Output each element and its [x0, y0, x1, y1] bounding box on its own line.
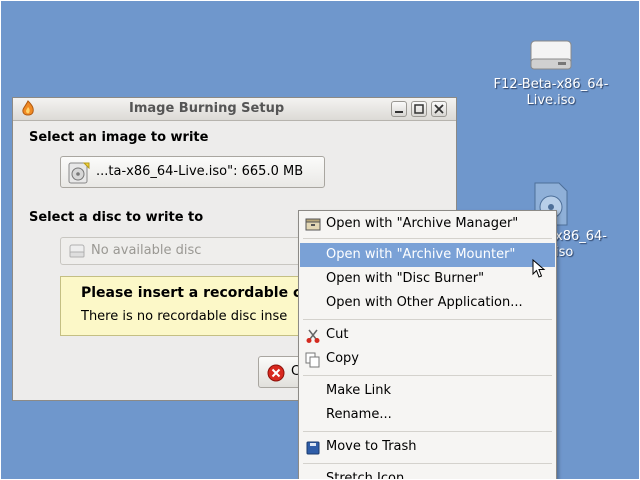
menu-item-copy[interactable]: Copy	[300, 347, 555, 371]
minimize-icon	[395, 111, 403, 113]
disc-selector-placeholder: No available disc	[91, 243, 202, 258]
cancel-icon	[267, 364, 285, 382]
menu-item-open-archive-mounter[interactable]: Open with "Archive Mounter"	[300, 243, 555, 267]
menu-separator	[303, 319, 552, 320]
menu-item-make-link[interactable]: Make Link	[300, 379, 555, 403]
disc-image-file-icon	[68, 162, 90, 184]
menu-separator	[303, 375, 552, 376]
copy-icon	[305, 352, 320, 368]
menu-item-move-to-trash[interactable]: Move to Trash	[300, 435, 555, 459]
menu-item-label: Open with Other Application...	[326, 295, 523, 310]
image-file-chooser-button[interactable]: ...ta-x86_64-Live.iso": 665.0 MB	[60, 156, 325, 188]
trash-icon	[306, 441, 320, 455]
scissors-icon	[306, 329, 320, 343]
menu-separator	[303, 431, 552, 432]
menu-item-label: Open with "Archive Manager"	[326, 216, 519, 231]
insert-disc-message: Please insert a recordable c There is no…	[60, 276, 320, 336]
menu-item-label: Stretch Icon	[326, 471, 405, 480]
info-title: Please insert a recordable c	[81, 285, 302, 301]
mouse-pointer-icon	[532, 259, 546, 278]
maximize-button[interactable]	[411, 101, 427, 117]
drive-icon	[530, 40, 572, 70]
title-bar[interactable]: Image Burning Setup	[13, 98, 456, 121]
desktop: F12-Beta-x86_64-Live.iso x86_64- iso Imag…	[0, 0, 640, 480]
select-disc-label: Select a disc to write to	[29, 210, 204, 225]
info-text: There is no recordable disc inse	[81, 309, 288, 324]
close-button[interactable]	[431, 101, 447, 117]
menu-item-stretch-icon[interactable]: Stretch Icon	[300, 467, 555, 480]
menu-item-cut[interactable]: Cut	[300, 323, 555, 347]
menu-item-label: Copy	[326, 351, 359, 366]
maximize-icon	[414, 104, 424, 114]
archive-icon	[305, 218, 321, 231]
window-title: Image Burning Setup	[129, 101, 285, 116]
menu-item-label: Cut	[326, 327, 349, 342]
menu-separator	[303, 463, 552, 464]
menu-item-open-disc-burner[interactable]: Open with "Disc Burner"	[300, 267, 555, 291]
context-menu: Open with "Archive Manager" Open with "A…	[298, 210, 557, 480]
menu-item-label: Make Link	[326, 383, 391, 398]
desktop-icon-label: x86_64- iso	[555, 229, 607, 260]
menu-item-rename[interactable]: Rename...	[300, 403, 555, 427]
desktop-icon-iso-drive[interactable]: F12-Beta-x86_64-Live.iso	[481, 37, 621, 109]
menu-item-label: Move to Trash	[326, 439, 417, 454]
brasero-app-icon	[22, 100, 34, 116]
disc-selector-combo[interactable]: No available disc	[60, 237, 310, 265]
menu-separator	[303, 238, 552, 239]
menu-item-label: Rename...	[326, 407, 392, 422]
desktop-icon-label: F12-Beta-x86_64-Live.iso	[493, 77, 609, 108]
menu-item-open-other-application[interactable]: Open with Other Application...	[300, 291, 555, 315]
select-image-label: Select an image to write	[29, 130, 209, 145]
minimize-button[interactable]	[391, 101, 407, 117]
close-icon	[434, 104, 444, 114]
menu-item-open-archive-manager[interactable]: Open with "Archive Manager"	[300, 212, 555, 236]
menu-item-label: Open with "Disc Burner"	[326, 271, 485, 286]
image-file-name: ...ta-x86_64-Live.iso": 665.0 MB	[96, 164, 304, 179]
menu-item-label: Open with "Archive Mounter"	[326, 247, 516, 262]
disc-drive-icon	[69, 244, 85, 258]
